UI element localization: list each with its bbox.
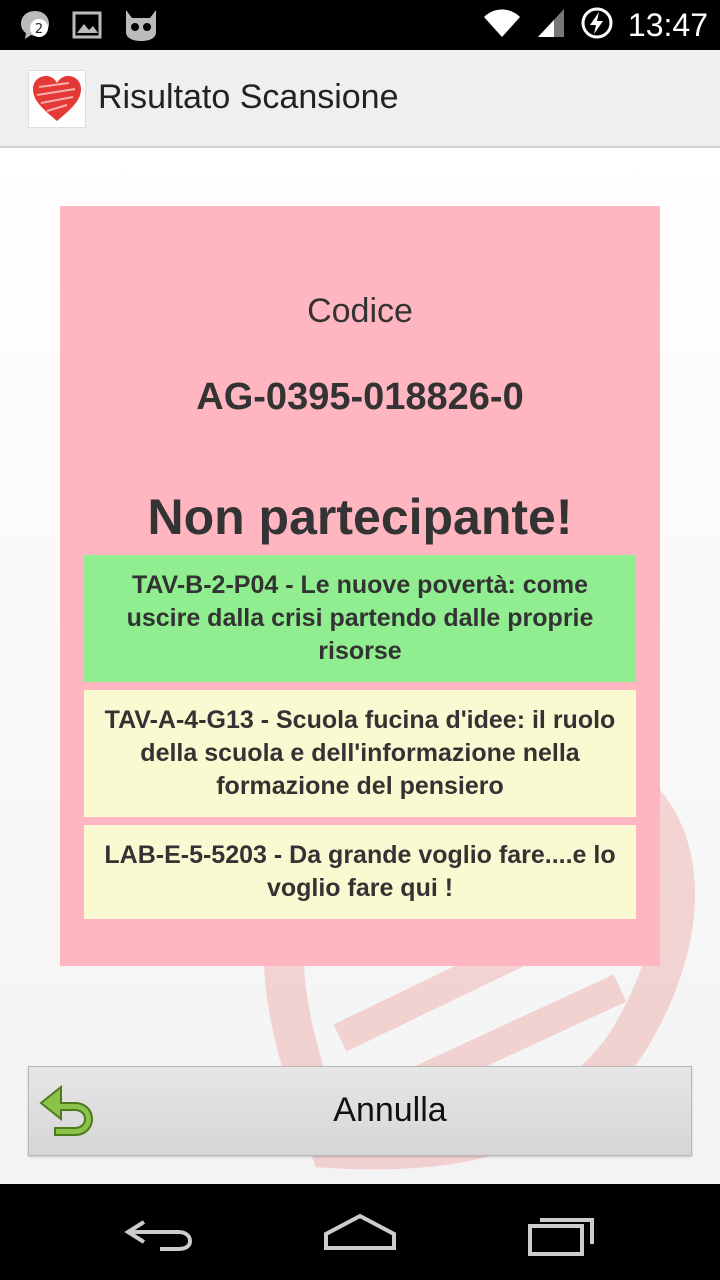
action-bar: Risultato Scansione — [0, 50, 720, 148]
battery-charging-icon — [580, 6, 614, 44]
back-icon[interactable] — [120, 1208, 200, 1258]
cancel-button[interactable]: Annulla — [28, 1066, 692, 1156]
participation-status: Non partecipante! — [147, 489, 573, 545]
event-item: LAB-E-5-5203 - Da grande voglio fare....… — [84, 825, 636, 919]
messenger-notification-icon: 2 — [18, 8, 52, 46]
cancel-button-label: Annulla — [333, 1091, 447, 1129]
status-bar: 2 13:47 — [0, 0, 720, 50]
heart-icon — [28, 70, 86, 128]
navigation-bar — [0, 1184, 720, 1280]
wifi-icon — [482, 7, 522, 43]
home-icon[interactable] — [320, 1208, 400, 1258]
signal-icon — [536, 7, 566, 43]
recents-icon[interactable] — [522, 1208, 602, 1258]
event-item: TAV-B-2-P04 - Le nuove povertà: come usc… — [84, 555, 636, 682]
image-icon — [72, 11, 102, 43]
screen-title: Risultato Scansione — [98, 78, 399, 116]
clock: 13:47 — [627, 6, 708, 43]
code-value: AG-0395-018826-0 — [196, 376, 524, 418]
event-item: TAV-A-4-G13 - Scuola fucina d'idee: il r… — [84, 690, 636, 817]
event-list: TAV-B-2-P04 - Le nuove povertà: come usc… — [84, 555, 636, 919]
result-card: Codice AG-0395-018826-0 Non partecipante… — [60, 206, 660, 966]
code-label: Codice — [307, 292, 413, 330]
svg-text:2: 2 — [35, 22, 43, 37]
cyanogen-mascot-icon — [122, 8, 160, 46]
